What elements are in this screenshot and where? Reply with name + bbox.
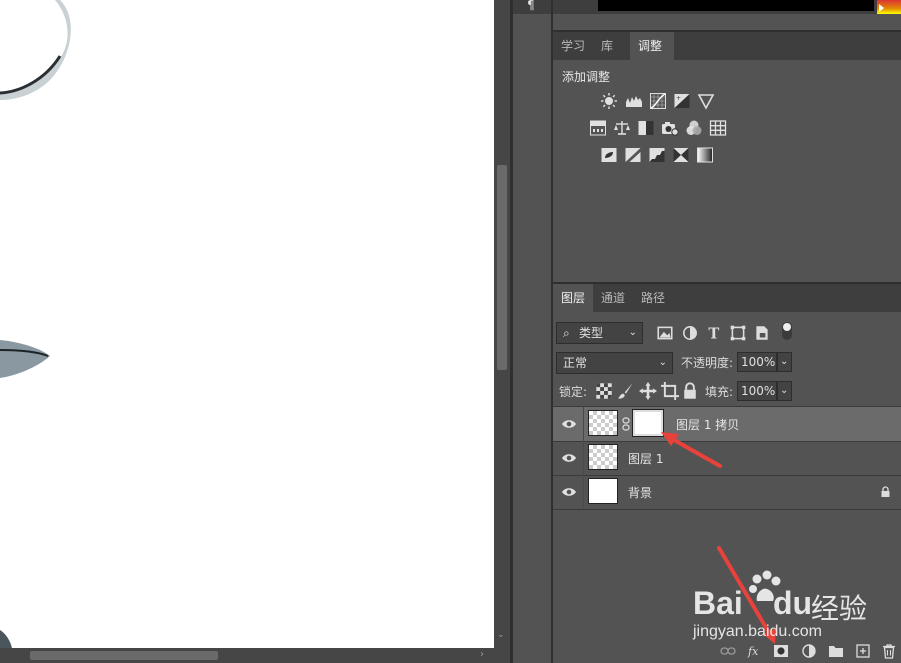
watermark-url: jingyan.baidu.com <box>693 623 822 640</box>
new-adjustment-layer-icon[interactable] <box>801 643 817 659</box>
watermark-brand3: 经验 <box>811 592 868 625</box>
scroll-corner <box>494 648 510 663</box>
scroll-right-arrow-icon[interactable]: › <box>480 649 484 660</box>
horizontal-scrollbar[interactable]: › <box>0 648 494 663</box>
watermark-brand: Bai <box>693 585 743 621</box>
horizontal-scroll-thumb[interactable] <box>30 651 218 660</box>
new-layer-icon[interactable] <box>855 643 871 659</box>
baidu-jingyan-watermark: Bai du 经验 jingyan.baidu.com <box>693 570 901 645</box>
layers-bottom-toolbar: fx <box>553 640 901 663</box>
new-group-folder-icon[interactable] <box>828 643 844 659</box>
vertical-scrollbar[interactable]: ⌄ <box>494 0 510 648</box>
collapsed-panel-strip: ¶ <box>513 0 553 663</box>
layer-style-fx-icon[interactable]: fx <box>747 643 763 659</box>
svg-text:fx: fx <box>747 645 759 658</box>
paragraph-icon[interactable]: ¶ <box>527 0 535 12</box>
delete-layer-trash-icon[interactable] <box>881 643 897 659</box>
link-layers-icon[interactable] <box>720 643 736 659</box>
annotation-arrows <box>661 432 776 644</box>
watermark-brand2: du <box>773 585 813 621</box>
add-layer-mask-icon[interactable] <box>773 643 789 659</box>
scroll-down-arrow-icon[interactable]: ⌄ <box>497 630 505 640</box>
document-canvas[interactable] <box>0 0 494 648</box>
right-panel-dock: 学习 库 调整 添加调整 + 图层 通道 路径 类型 ⌕ ⌄ T 正常 ⌄ 不透… <box>553 0 901 663</box>
wine-glass-image <box>0 0 71 648</box>
vertical-scroll-thumb[interactable] <box>497 165 507 370</box>
